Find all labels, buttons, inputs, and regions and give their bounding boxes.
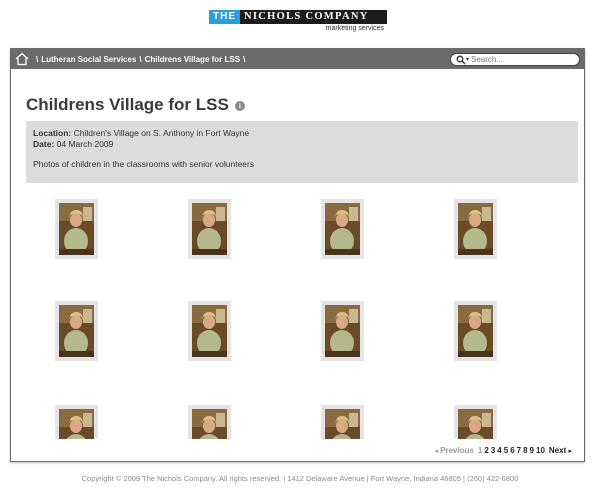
photo-thumbnail[interactable] [321,199,364,259]
breadcrumb-separator: \ [243,54,246,64]
photo-thumbnail[interactable] [321,301,364,361]
page-link-7[interactable]: 7 [517,446,521,455]
info-icon[interactable]: i [234,101,245,111]
date-label: Date: [33,138,55,149]
top-bar: \ Lutheran Social Services \ Childrens V… [11,49,584,69]
gallery-frame: \ Lutheran Social Services \ Childrens V… [10,48,585,462]
breadcrumb-separator: \ [139,54,142,64]
photo-thumbnail[interactable] [188,301,231,361]
date-line: Date: 04 March 2009 [33,139,571,150]
breadcrumb-separator: \ [36,54,39,64]
photo-thumbnail[interactable] [188,405,231,439]
page-link-6[interactable]: 6 [510,446,514,455]
album-description: Photos of children in the classrooms wit… [33,159,255,169]
thumbnail-grid [11,199,584,439]
location-line: Location: Children's Village on S. Antho… [33,128,571,139]
next-link[interactable]: Next ▸ [549,446,572,455]
photo-image [325,203,360,255]
photo-image [458,409,493,439]
page-link-10[interactable]: 10 [536,446,545,455]
pagination: ◂ Previous 1 2 3 4 5 6 7 8 9 10 Next ▸ [434,446,572,455]
chevron-left-icon: ◂ [434,448,438,455]
page-link-8[interactable]: 8 [523,446,527,455]
page-link-9[interactable]: 9 [530,446,534,455]
search-box[interactable]: ▾ [450,53,580,66]
logo-subtitle: marketing services [325,25,384,32]
photo-image [59,409,94,439]
location-value: Children's Village on S. Anthony in Fort… [73,128,250,138]
photo-image [458,305,493,357]
footer: Copyright © 2009 The Nichols Company. Al… [81,474,519,483]
next-label: Next [548,446,567,455]
photo-thumbnail[interactable] [454,301,497,361]
photo-image [458,203,493,255]
previous-label: Previous [440,446,474,455]
previous-link[interactable]: ◂ Previous [434,446,474,455]
chevron-down-icon[interactable]: ▾ [466,57,469,63]
page-link-4[interactable]: 4 [497,446,501,455]
page: THE NICHOLS COMPANY marketing services \… [0,0,600,490]
page-link-1[interactable]: 1 [478,446,482,455]
breadcrumb: \ Lutheran Social Services \ Childrens V… [33,55,248,64]
photo-thumbnail[interactable] [55,301,98,361]
logo-bar: THE NICHOLS COMPANY [209,10,387,24]
search-icon[interactable] [456,55,466,65]
logo-name: NICHOLS COMPANY [240,10,387,24]
page-link-2[interactable]: 2 [484,446,488,455]
home-icon[interactable] [15,52,29,66]
photo-image [325,409,360,439]
photo-thumbnail[interactable] [55,405,98,439]
photo-thumbnail[interactable] [321,405,364,439]
photo-image [192,203,227,255]
title-row: Childrens Village for LSS i [26,95,584,115]
date-value: 04 March 2009 [56,138,114,149]
photo-image [325,305,360,357]
page-link-5[interactable]: 5 [504,446,508,455]
photo-thumbnail[interactable] [188,199,231,259]
breadcrumb-item-childrens-village[interactable]: Childrens Village for LSS [145,55,240,64]
photo-image [59,305,94,357]
page-title: Childrens Village for LSS [26,95,229,114]
location-label: Location: [33,128,72,138]
photo-thumbnail[interactable] [55,199,98,259]
album-details: Location: Children's Village on S. Antho… [26,121,578,183]
breadcrumb-item-lutheran[interactable]: Lutheran Social Services [41,55,136,64]
photo-image [192,305,227,357]
photo-thumbnail[interactable] [454,405,497,439]
page-link-3[interactable]: 3 [491,446,495,455]
chevron-right-icon: ▸ [568,448,572,455]
photo-thumbnail[interactable] [454,199,497,259]
photo-image [192,409,227,439]
search-input[interactable] [471,55,572,64]
photo-image [59,203,94,255]
company-logo[interactable]: THE NICHOLS COMPANY marketing services [209,10,387,32]
logo-the: THE [209,10,240,24]
page-numbers: 1 2 3 4 5 6 7 8 9 10 [477,446,546,455]
